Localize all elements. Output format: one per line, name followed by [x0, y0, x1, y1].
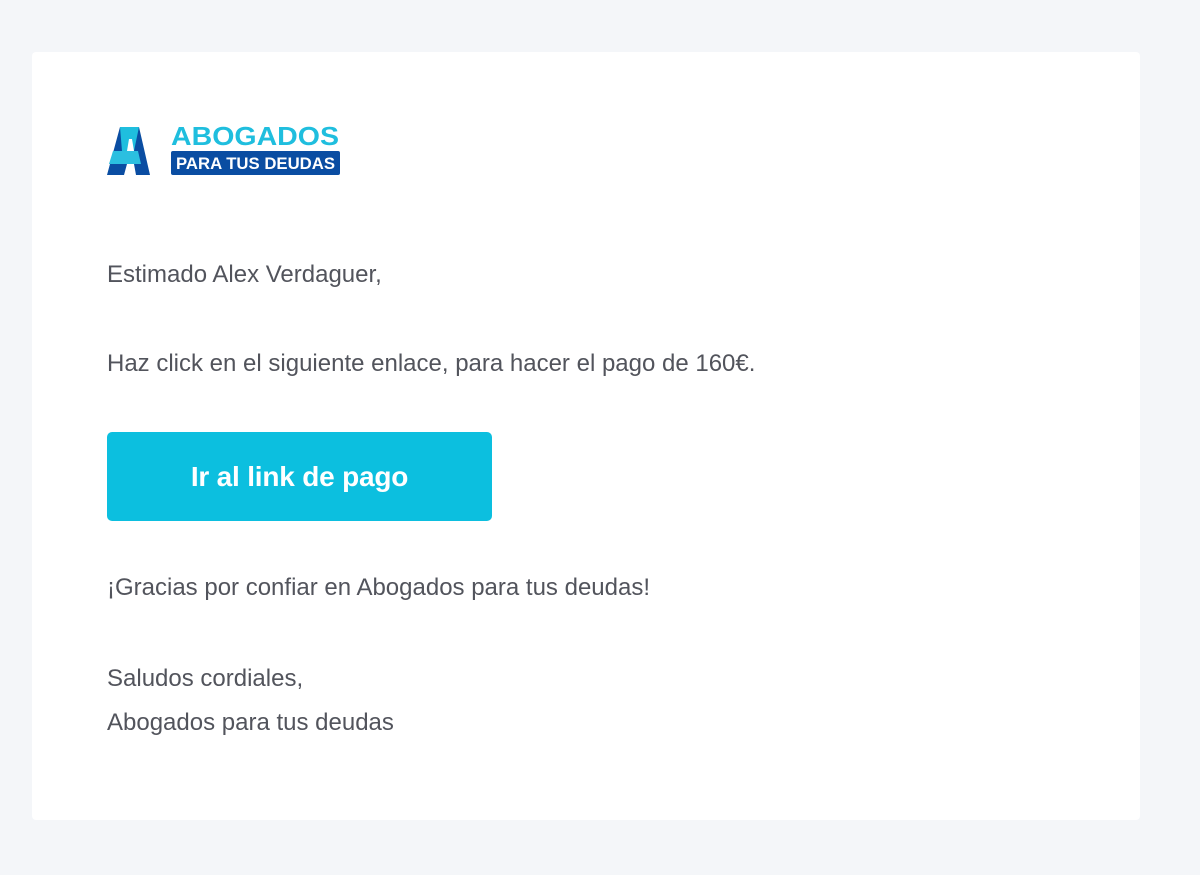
- greeting-text: Estimado Alex Verdaguer,: [107, 261, 382, 288]
- closing-text: Saludos cordiales,: [107, 665, 304, 692]
- email-card: ABOGADOS PARA TUS DEUDAS Estimado Alex V…: [32, 52, 1140, 820]
- signature-text: Abogados para tus deudas: [107, 709, 394, 736]
- company-logo: ABOGADOS PARA TUS DEUDAS: [107, 124, 347, 182]
- logo-mark-icon: [107, 127, 150, 175]
- logo-subtitle: PARA TUS DEUDAS: [176, 154, 335, 173]
- payment-link-button[interactable]: Ir al link de pago: [107, 432, 492, 521]
- payment-instruction-text: Haz click en el siguiente enlace, para h…: [107, 350, 756, 377]
- logo-title: ABOGADOS: [171, 124, 339, 151]
- thanks-text: ¡Gracias por confiar en Abogados para tu…: [107, 574, 650, 601]
